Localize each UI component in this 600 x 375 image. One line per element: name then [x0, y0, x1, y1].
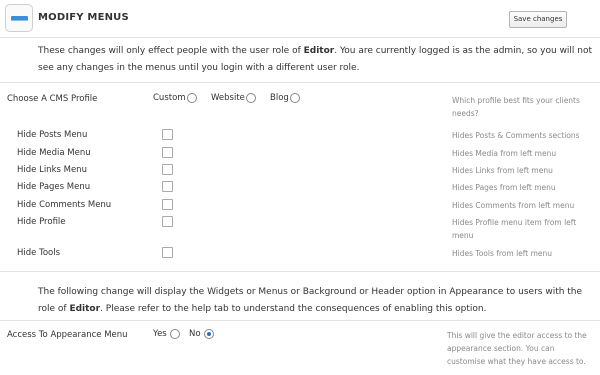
page-header: MODIFY MENUS Save changes [0, 0, 600, 38]
option-help-hide-comments: Hides Comments from left menu [452, 201, 575, 210]
divider [0, 320, 600, 321]
page-title: MODIFY MENUS [38, 12, 129, 23]
hide-links-checkbox[interactable] [162, 164, 173, 175]
option-help-hide-links: Hides Links from left menu [452, 166, 553, 175]
option-label-hide-links: Hide Links Menu [17, 165, 87, 175]
appearance-yes-label: Yes [153, 329, 167, 339]
profile-option-website[interactable]: Website [211, 93, 256, 103]
save-changes-button[interactable]: Save changes [509, 11, 567, 28]
hide-posts-checkbox[interactable] [162, 129, 173, 140]
hide-pages-checkbox[interactable] [162, 181, 173, 192]
appearance-option-yes[interactable]: Yes [153, 329, 181, 339]
option-label-hide-profile: Hide Profile [17, 217, 66, 227]
hide-comments-checkbox[interactable] [162, 199, 173, 210]
appearance-label: Access To Appearance Menu [7, 330, 128, 340]
appearance-radio-no[interactable] [204, 329, 215, 339]
option-help-hide-tools: Hides Tools from left menu [452, 249, 553, 258]
profile-option-label: Custom [153, 93, 186, 103]
divider [0, 82, 600, 83]
option-label-hide-media: Hide Media Menu [17, 148, 91, 158]
option-label-hide-comments: Hide Comments Menu [17, 200, 112, 210]
profile-radio-website[interactable] [245, 93, 256, 103]
profile-radio-blog[interactable] [289, 93, 300, 103]
option-label-hide-pages: Hide Pages Menu [17, 182, 91, 192]
notice-text-1: These changes will only effect people wi… [38, 46, 304, 56]
profile-radio-custom[interactable] [186, 93, 197, 103]
option-help-hide-media: Hides Media from left menu [452, 149, 557, 158]
notice2-text-2: . Please refer to the help tab to unders… [100, 304, 487, 314]
profile-option-blog[interactable]: Blog [270, 93, 300, 103]
divider [0, 271, 600, 272]
profile-option-label: Website [211, 93, 245, 103]
appearance-option-no[interactable]: No [189, 329, 215, 339]
option-label-hide-tools: Hide Tools [17, 248, 61, 258]
menu-icon [5, 4, 33, 32]
appearance-radio-yes[interactable] [170, 329, 181, 339]
appearance-no-label: No [189, 329, 201, 339]
hide-tools-checkbox[interactable] [162, 247, 173, 258]
role-notice: These changes will only effect people wi… [38, 43, 594, 77]
hide-profile-checkbox[interactable] [162, 216, 173, 227]
appearance-notice: The following change will display the Wi… [38, 284, 594, 318]
hide-media-checkbox[interactable] [162, 147, 173, 158]
profile-help: Which profile best fits your clients nee… [452, 96, 580, 118]
notice2-role: Editor [69, 304, 101, 314]
option-help-hide-posts: Hides Posts & Comments sections [452, 131, 580, 140]
profile-option-custom[interactable]: Custom [153, 93, 197, 103]
profile-label: Choose A CMS Profile [7, 94, 98, 104]
appearance-help: This will give the editor access to the … [447, 331, 587, 366]
notice-role: Editor [303, 46, 335, 56]
option-help-hide-profile: Hides Profile menu item from left menu [452, 218, 577, 240]
option-label-hide-posts: Hide Posts Menu [17, 130, 88, 140]
profile-option-label: Blog [270, 93, 289, 103]
option-help-hide-pages: Hides Pages from left menu [452, 183, 556, 192]
